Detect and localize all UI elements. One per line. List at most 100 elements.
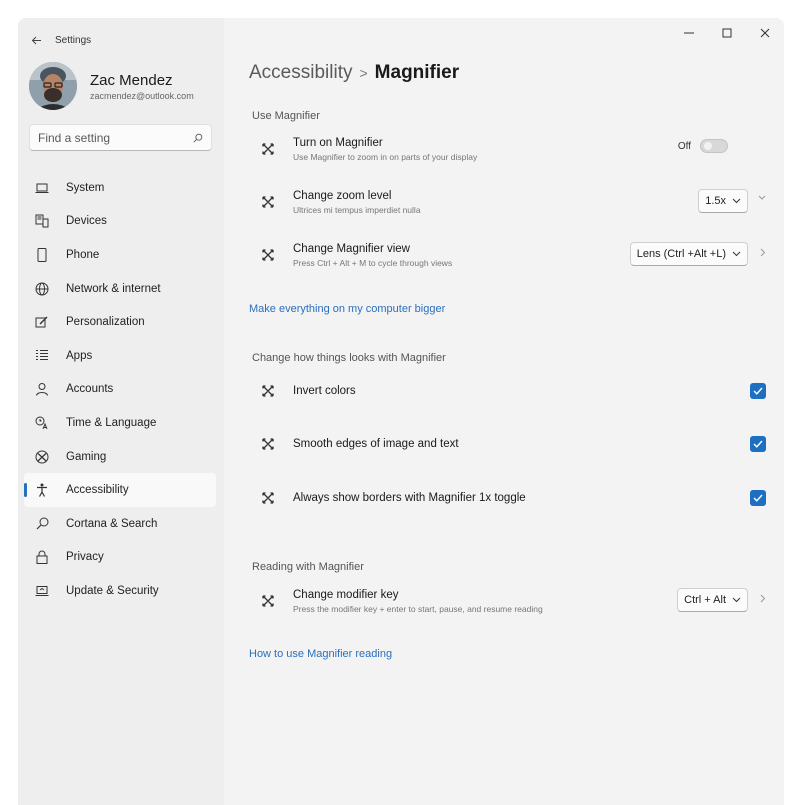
back-arrow-icon bbox=[31, 36, 41, 44]
sidebar-item-label: Time & Language bbox=[66, 416, 157, 429]
sidebar-item-time-language[interactable]: Time & Language bbox=[24, 406, 216, 440]
magnifier-icon bbox=[255, 595, 281, 607]
sidebar-item-update-security[interactable]: Update & Security bbox=[24, 574, 216, 608]
search-box[interactable] bbox=[29, 124, 212, 151]
chevron-right-icon[interactable] bbox=[760, 594, 766, 603]
sidebar-item-label: Update & Security bbox=[66, 584, 159, 597]
setting-description: Ultrices mi tempus imperdiet nulla bbox=[293, 204, 421, 215]
magnifier-toggle-group: Off bbox=[678, 139, 728, 153]
magnifier-icon bbox=[255, 385, 281, 397]
maximize-button[interactable] bbox=[708, 18, 746, 48]
close-button[interactable] bbox=[746, 18, 784, 48]
sidebar-item-phone[interactable]: Phone bbox=[24, 238, 216, 272]
sidebar-item-label: Gaming bbox=[66, 450, 107, 463]
laptop-icon bbox=[34, 180, 50, 196]
sidebar-item-apps[interactable]: Apps bbox=[24, 339, 216, 373]
sidebar: Settings Zac Mendez zacmendez@outlook.co… bbox=[18, 18, 224, 805]
chevron-right-icon[interactable] bbox=[760, 248, 766, 257]
modifier-key-select[interactable]: Ctrl + Alt bbox=[677, 588, 748, 612]
expand-chevron-icon[interactable] bbox=[758, 195, 766, 201]
breadcrumb-parent[interactable]: Accessibility bbox=[249, 62, 352, 84]
profile-email: zacmendez@outlook.com bbox=[90, 90, 194, 101]
zoom-level-value: 1.5x bbox=[705, 195, 726, 207]
xbox-icon bbox=[34, 449, 50, 465]
sidebar-nav: System Devices Phone Network & internet … bbox=[24, 171, 216, 608]
titlebar: Settings bbox=[18, 18, 224, 62]
devices-icon bbox=[34, 213, 50, 229]
person-icon bbox=[34, 381, 50, 397]
setting-title: Change zoom level bbox=[293, 189, 392, 202]
magnifier-icon bbox=[255, 438, 281, 450]
smooth-edges-checkbox[interactable] bbox=[750, 436, 766, 452]
magnifier-view-select[interactable]: Lens (Ctrl +Alt +L) bbox=[629, 242, 748, 266]
zoom-level-select[interactable]: 1.5x bbox=[698, 189, 748, 213]
show-borders-checkbox[interactable] bbox=[750, 490, 766, 506]
user-profile[interactable]: Zac Mendez zacmendez@outlook.com bbox=[29, 62, 194, 110]
sidebar-item-label: System bbox=[66, 181, 105, 194]
sidebar-item-accounts[interactable]: Accounts bbox=[24, 373, 216, 407]
sidebar-item-accessibility[interactable]: Accessibility bbox=[24, 473, 216, 507]
main-content: Accessibility > Magnifier Use Magnifier … bbox=[224, 18, 784, 805]
window-controls bbox=[670, 18, 784, 48]
setting-title: Smooth edges of image and text bbox=[293, 438, 459, 450]
minimize-icon bbox=[684, 32, 694, 34]
setting-title: Always show borders with Magnifier 1x to… bbox=[293, 492, 526, 504]
sidebar-item-network[interactable]: Network & internet bbox=[24, 272, 216, 306]
sidebar-item-gaming[interactable]: Gaming bbox=[24, 440, 216, 474]
magnifier-reading-help-link[interactable]: How to use Magnifier reading bbox=[249, 648, 392, 660]
minimize-button[interactable] bbox=[670, 18, 708, 48]
clock-language-icon bbox=[34, 415, 50, 431]
sidebar-item-privacy[interactable]: Privacy bbox=[24, 541, 216, 575]
modifier-key-value: Ctrl + Alt bbox=[684, 594, 726, 606]
setting-row-magnifier-view: Change Magnifier view Press Ctrl + Alt +… bbox=[252, 230, 766, 280]
apps-list-icon bbox=[34, 348, 50, 364]
sidebar-item-label: Accessibility bbox=[66, 484, 129, 497]
phone-icon bbox=[34, 247, 50, 263]
magnifier-icon bbox=[255, 143, 281, 155]
setting-description: Press Ctrl + Alt + M to cycle through vi… bbox=[293, 257, 453, 268]
magnifier-toggle[interactable] bbox=[700, 139, 728, 153]
globe-icon bbox=[34, 281, 50, 297]
setting-row-turn-on-magnifier: Turn on Magnifier Use Magnifier to zoom … bbox=[252, 124, 766, 174]
sidebar-item-personalization[interactable]: Personalization bbox=[24, 305, 216, 339]
search-icon bbox=[34, 516, 50, 532]
sidebar-item-cortana-search[interactable]: Cortana & Search bbox=[24, 507, 216, 541]
toggle-state-label: Off bbox=[677, 140, 691, 152]
make-bigger-link[interactable]: Make everything on my computer bigger bbox=[249, 303, 445, 315]
lock-icon bbox=[34, 549, 50, 565]
checkmark-icon bbox=[753, 387, 763, 395]
close-icon bbox=[760, 28, 770, 38]
setting-row-zoom-level: Change zoom level Ultrices mi tempus imp… bbox=[252, 177, 766, 227]
setting-title: Change modifier key bbox=[293, 588, 399, 601]
sidebar-item-label: Personalization bbox=[66, 316, 145, 329]
avatar bbox=[29, 62, 77, 110]
sidebar-item-label: Apps bbox=[66, 349, 93, 362]
sidebar-item-label: Privacy bbox=[66, 551, 104, 564]
settings-window: Settings Zac Mendez zacmendez@outlook.co… bbox=[18, 18, 784, 805]
section-title-looks: Change how things looks with Magnifier bbox=[252, 352, 446, 364]
app-title: Settings bbox=[55, 34, 92, 46]
search-input[interactable] bbox=[38, 130, 193, 145]
setting-description: Press the modifier key + enter to start,… bbox=[293, 603, 543, 614]
magnifier-icon bbox=[255, 492, 281, 504]
sidebar-item-devices[interactable]: Devices bbox=[24, 205, 216, 239]
checkmark-icon bbox=[753, 494, 763, 502]
setting-row-show-borders: Always show borders with Magnifier 1x to… bbox=[252, 473, 766, 523]
magnifier-icon bbox=[255, 249, 281, 261]
invert-colors-checkbox[interactable] bbox=[750, 383, 766, 399]
accessibility-icon bbox=[34, 482, 50, 498]
brush-icon bbox=[34, 314, 50, 330]
section-title-use-magnifier: Use Magnifier bbox=[252, 110, 320, 122]
section-title-reading: Reading with Magnifier bbox=[252, 561, 364, 573]
setting-row-smooth-edges: Smooth edges of image and text bbox=[252, 419, 766, 469]
chevron-down-icon bbox=[732, 597, 741, 603]
back-button[interactable] bbox=[21, 25, 51, 55]
search-icon[interactable] bbox=[193, 132, 203, 144]
magnifier-view-value: Lens (Ctrl +Alt +L) bbox=[636, 248, 726, 260]
breadcrumb: Accessibility > Magnifier bbox=[249, 62, 459, 84]
toggle-knob bbox=[704, 142, 712, 150]
sidebar-item-label: Cortana & Search bbox=[66, 517, 158, 530]
sidebar-item-system[interactable]: System bbox=[24, 171, 216, 205]
setting-row-invert-colors: Invert colors bbox=[252, 366, 766, 416]
setting-row-modifier-key: Change modifier key Press the modifier k… bbox=[252, 576, 766, 626]
